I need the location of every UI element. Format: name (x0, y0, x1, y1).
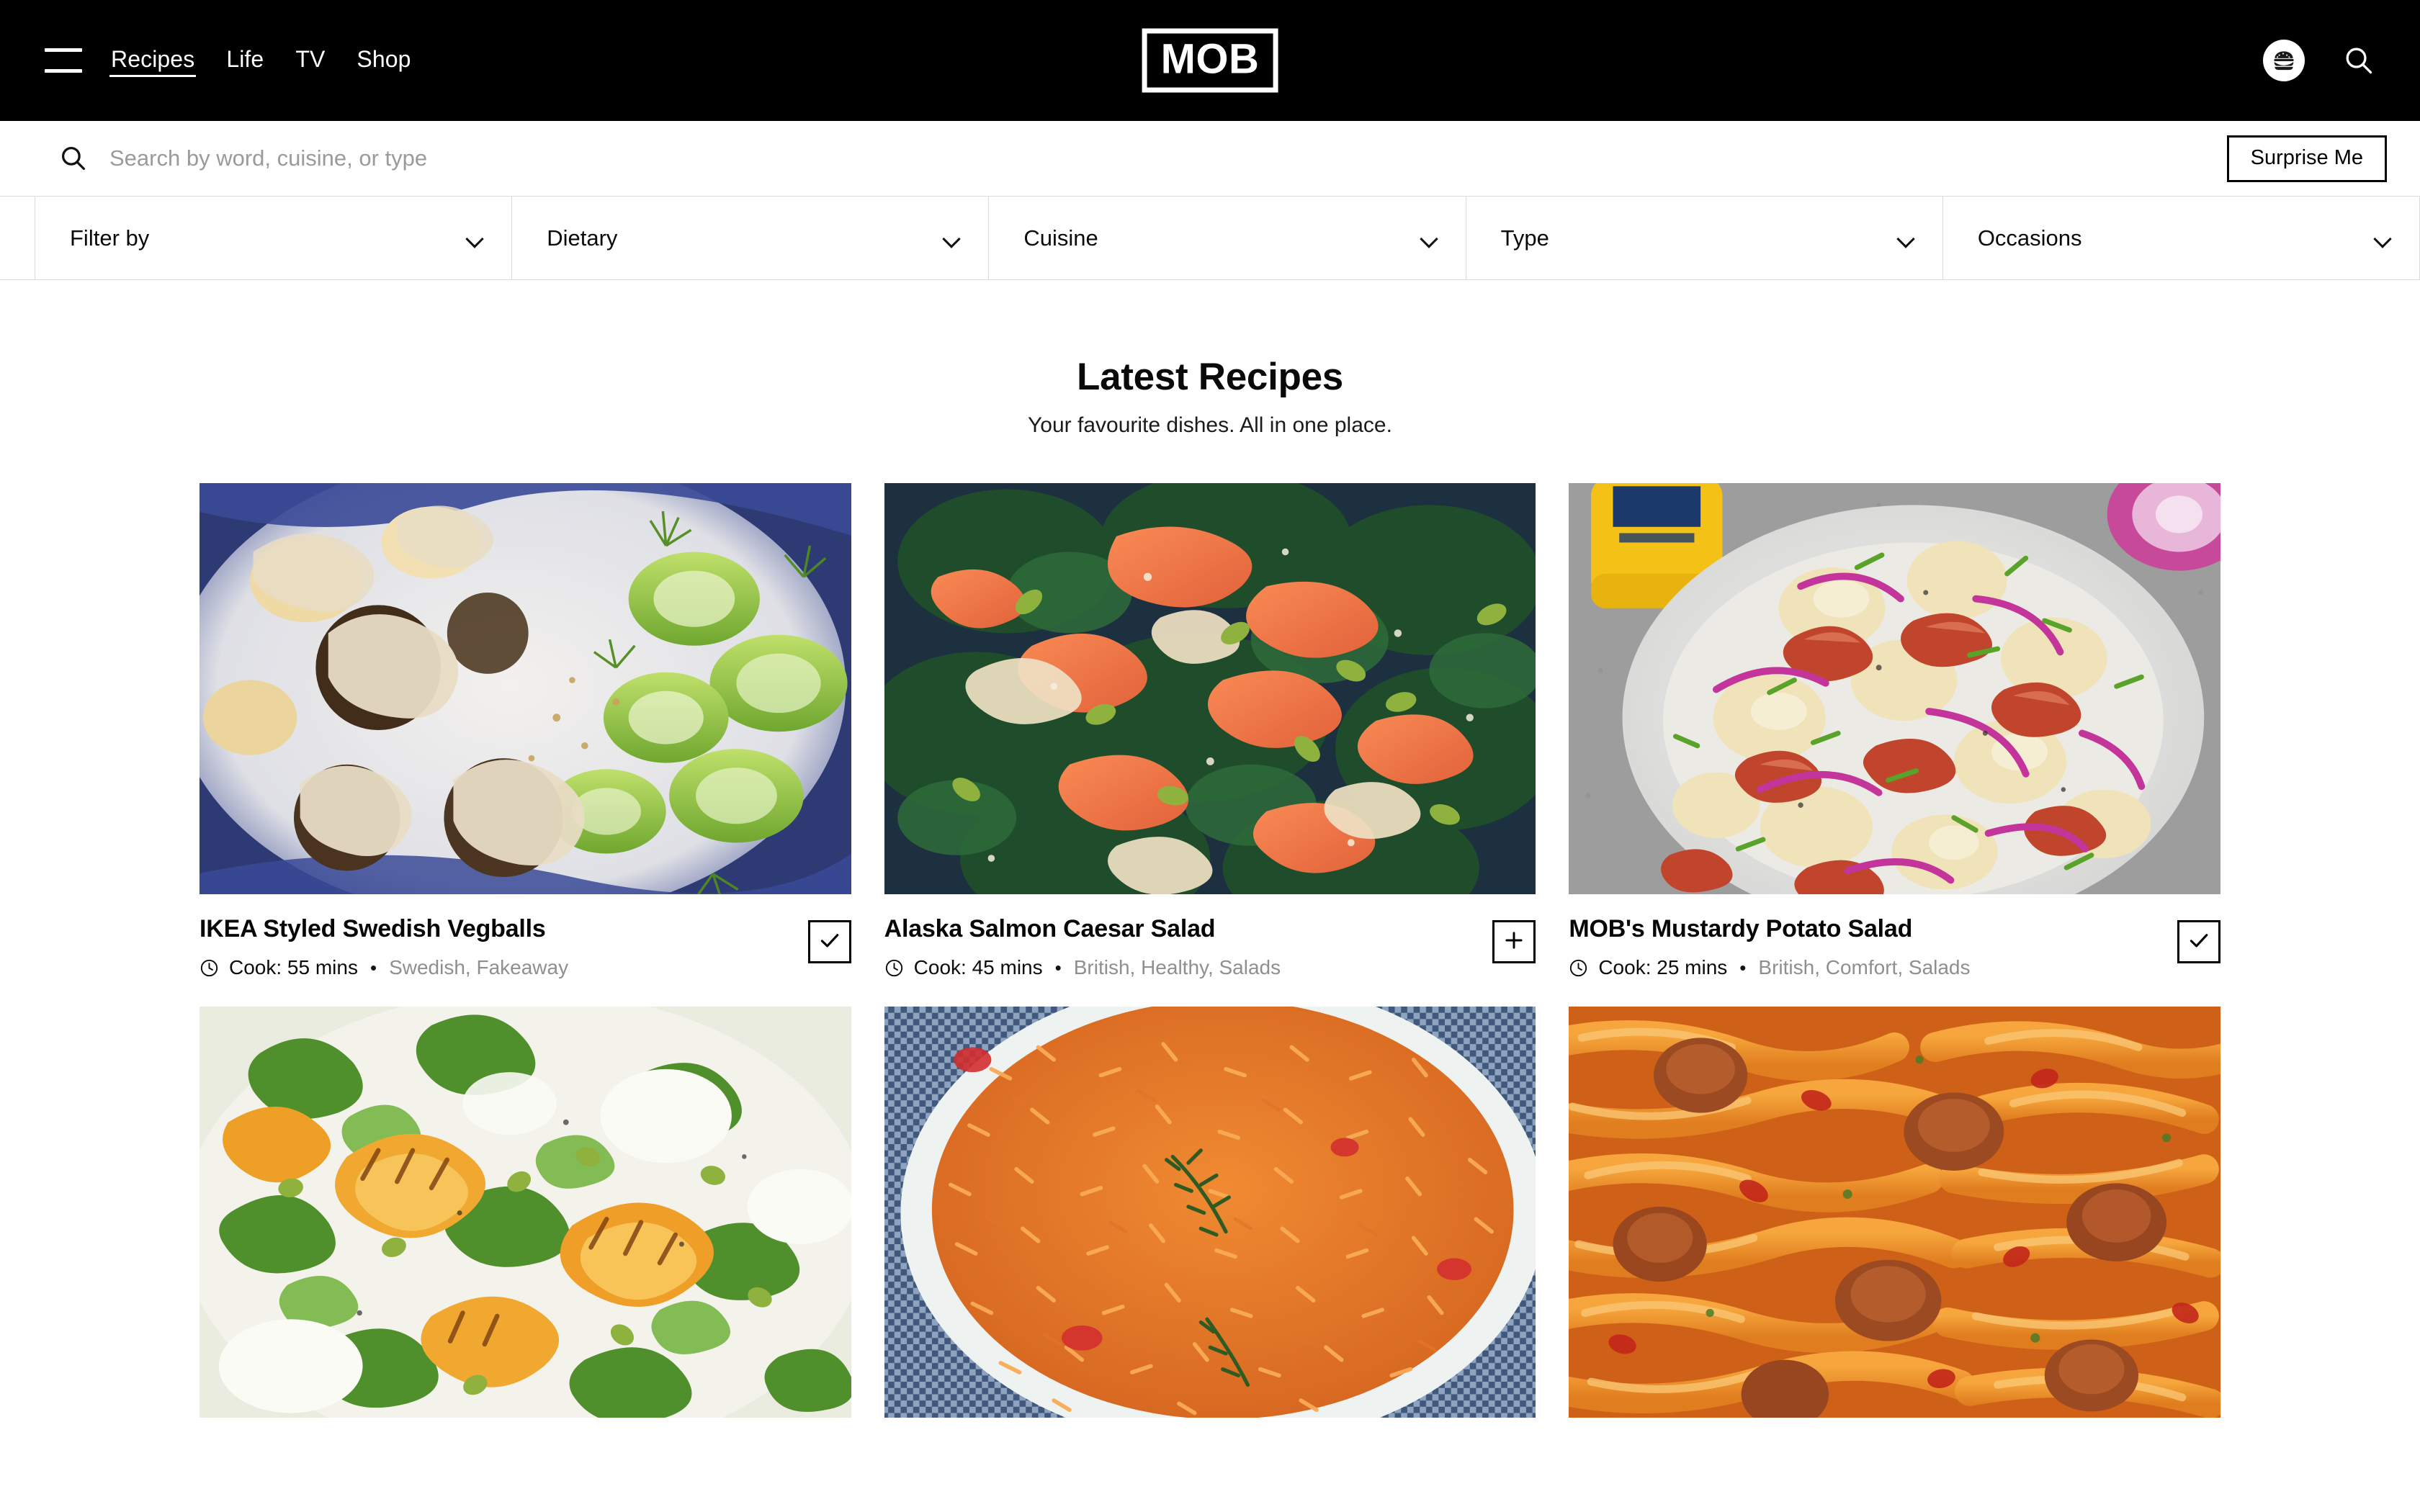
filter-dropdown-cuisine[interactable]: Cuisine (988, 197, 1465, 279)
recipe-image-jollof-rice[interactable] (884, 1007, 1536, 1418)
save-recipe-button[interactable] (2177, 920, 2220, 964)
logo-box: MOB (1142, 28, 1278, 93)
recipe-card: Alaska Salmon Caesar Salad Cook: 45 mins… (884, 483, 1536, 978)
plus-icon (1502, 929, 1525, 955)
meta-separator: • (1739, 957, 1747, 979)
hamburger-line (45, 48, 82, 52)
recipe-title[interactable]: Alaska Salmon Caesar Salad (884, 914, 1479, 943)
clock-icon (1569, 958, 1588, 978)
filter-label: Type (1500, 225, 1549, 251)
recipe-grid: IKEA Styled Swedish Vegballs Cook: 55 mi… (200, 483, 2220, 1418)
filter-label: Cuisine (1023, 225, 1098, 251)
recipe-card-text: IKEA Styled Swedish Vegballs Cook: 55 mi… (200, 914, 794, 978)
recipe-card-body: MOB's Mustardy Potato Salad Cook: 25 min… (1569, 894, 2220, 978)
page-subtitle: Your favourite dishes. All in one place. (1028, 413, 1392, 438)
recipe-card-body: IKEA Styled Swedish Vegballs Cook: 55 mi… (200, 894, 851, 978)
page-heading-block: Latest Recipes Your favourite dishes. Al… (0, 280, 2420, 438)
nav-link-tv[interactable]: TV (294, 45, 326, 77)
nav-link-recipes[interactable]: Recipes (109, 45, 197, 77)
recipe-image-mustardy-potato-salad[interactable] (1569, 483, 2220, 895)
recipe-meta: Cook: 45 mins • British, Healthy, Salads (884, 958, 1479, 978)
surprise-me-button[interactable]: Surprise Me (2226, 135, 2387, 182)
recipe-image-salmon-caesar-salad[interactable] (884, 483, 1536, 895)
page-title: Latest Recipes (1077, 356, 1343, 398)
chevron-down-icon (1421, 233, 1440, 244)
chevron-down-icon (1898, 233, 1917, 244)
recipe-tags: Swedish, Fakeaway (389, 956, 569, 979)
check-icon (817, 928, 842, 956)
recipe-card-body: Alaska Salmon Caesar Salad Cook: 45 mins… (884, 894, 1536, 978)
filter-bar: Filter by Dietary Cuisine Type Occasions (0, 197, 2420, 280)
search-input[interactable] (109, 121, 2227, 196)
recipe-image-peach-burrata-salad[interactable] (200, 1007, 851, 1418)
recipe-title[interactable]: MOB's Mustardy Potato Salad (1569, 914, 2163, 943)
cook-time: Cook: 55 mins (229, 956, 358, 979)
meta-separator: • (1054, 957, 1062, 979)
recipe-card-text: Alaska Salmon Caesar Salad Cook: 45 mins… (884, 914, 1479, 978)
meta-separator: • (369, 957, 377, 979)
recipe-card (200, 1007, 851, 1418)
hamburger-menu-icon[interactable] (45, 48, 82, 73)
recipe-tags: British, Comfort, Salads (1758, 956, 1971, 979)
recipe-image-sausage-pasta[interactable] (1569, 1007, 2220, 1418)
mob-logo[interactable]: MOB (1142, 28, 1278, 93)
clock-icon (884, 958, 904, 978)
filter-dropdown-type[interactable]: Type (1465, 197, 1942, 279)
cook-time: Cook: 25 mins (1598, 956, 1728, 979)
recipe-card (884, 1007, 1536, 1418)
nav-right-group (2263, 40, 2375, 81)
burger-avatar-icon[interactable] (2263, 40, 2305, 81)
filter-dropdown-filter-by[interactable]: Filter by (35, 197, 511, 279)
chevron-down-icon (944, 233, 962, 244)
save-recipe-button[interactable] (807, 920, 851, 964)
chevron-down-icon (467, 233, 485, 244)
top-navigation-bar: Recipes Life TV Shop MOB (0, 0, 2420, 121)
logo-text: MOB (1160, 35, 1260, 83)
recipe-image-swedish-vegballs[interactable] (200, 483, 851, 895)
recipe-meta: Cook: 25 mins • British, Comfort, Salads (1569, 958, 2163, 978)
filter-label: Occasions (1977, 225, 2082, 251)
recipe-card: IKEA Styled Swedish Vegballs Cook: 55 mi… (200, 483, 851, 978)
filter-dropdown-occasions[interactable]: Occasions (1942, 197, 2420, 279)
search-icon (59, 144, 88, 173)
nav-link-life[interactable]: Life (225, 45, 265, 77)
filter-label: Filter by (70, 225, 150, 251)
save-recipe-button[interactable] (1492, 920, 1536, 964)
nav-link-shop[interactable]: Shop (355, 45, 412, 77)
nav-left-group: Recipes Life TV Shop (45, 0, 413, 121)
recipe-meta: Cook: 55 mins • Swedish, Fakeaway (200, 958, 794, 978)
check-icon (2187, 928, 2211, 956)
recipe-title[interactable]: IKEA Styled Swedish Vegballs (200, 914, 794, 943)
chevron-down-icon (2375, 233, 2393, 244)
clock-icon (200, 958, 219, 978)
search-bar: Surprise Me (0, 121, 2420, 197)
filter-dropdown-dietary[interactable]: Dietary (511, 197, 988, 279)
hamburger-line (45, 69, 82, 73)
recipe-card (1569, 1007, 2220, 1418)
cook-time: Cook: 45 mins (913, 956, 1043, 979)
recipe-tags: British, Healthy, Salads (1073, 956, 1281, 979)
recipe-card: MOB's Mustardy Potato Salad Cook: 25 min… (1569, 483, 2220, 978)
search-icon[interactable] (2342, 44, 2375, 77)
primary-nav-links: Recipes Life TV Shop (109, 0, 413, 121)
recipe-card-text: MOB's Mustardy Potato Salad Cook: 25 min… (1569, 914, 2163, 978)
filter-label: Dietary (547, 225, 618, 251)
